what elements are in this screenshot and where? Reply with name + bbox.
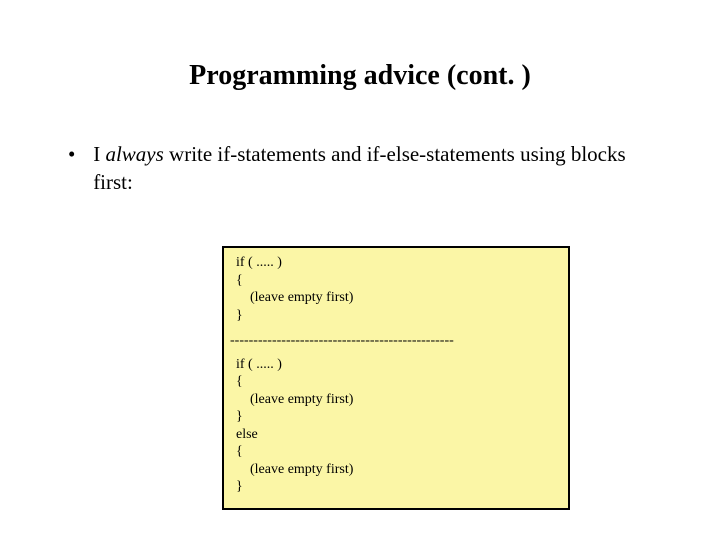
- code-body-empty-3: (leave empty first): [236, 461, 556, 479]
- code-open-brace: {: [236, 272, 556, 290]
- code-body-empty: (leave empty first): [236, 289, 556, 307]
- bullet-item: • I always write if-statements and if-el…: [68, 140, 660, 197]
- code-divider: ----------------------------------------…: [230, 332, 556, 350]
- bullet-text-part2: write if-statements and if-else-statemen…: [93, 142, 625, 194]
- code-box: if ( ..... ) { (leave empty first) } ---…: [222, 246, 570, 510]
- code-if-head: if ( ..... ): [236, 254, 556, 272]
- code-body-empty-2: (leave empty first): [236, 391, 556, 409]
- code-else: else: [236, 426, 556, 444]
- slide-title: Programming advice (cont. ): [60, 60, 660, 92]
- bullet-text: I always write if-statements and if-else…: [93, 140, 660, 197]
- code-if-head-2: if ( ..... ): [236, 356, 556, 374]
- bullet-text-part1: I: [93, 142, 105, 166]
- code-close-brace-2: }: [236, 408, 556, 426]
- code-close-brace-3: }: [236, 478, 556, 496]
- slide: Programming advice (cont. ) • I always w…: [0, 0, 720, 540]
- code-close-brace: }: [236, 307, 556, 325]
- code-open-brace-2: {: [236, 373, 556, 391]
- bullet-emphasis: always: [105, 142, 163, 166]
- bullet-dot: •: [68, 140, 93, 168]
- code-open-brace-3: {: [236, 443, 556, 461]
